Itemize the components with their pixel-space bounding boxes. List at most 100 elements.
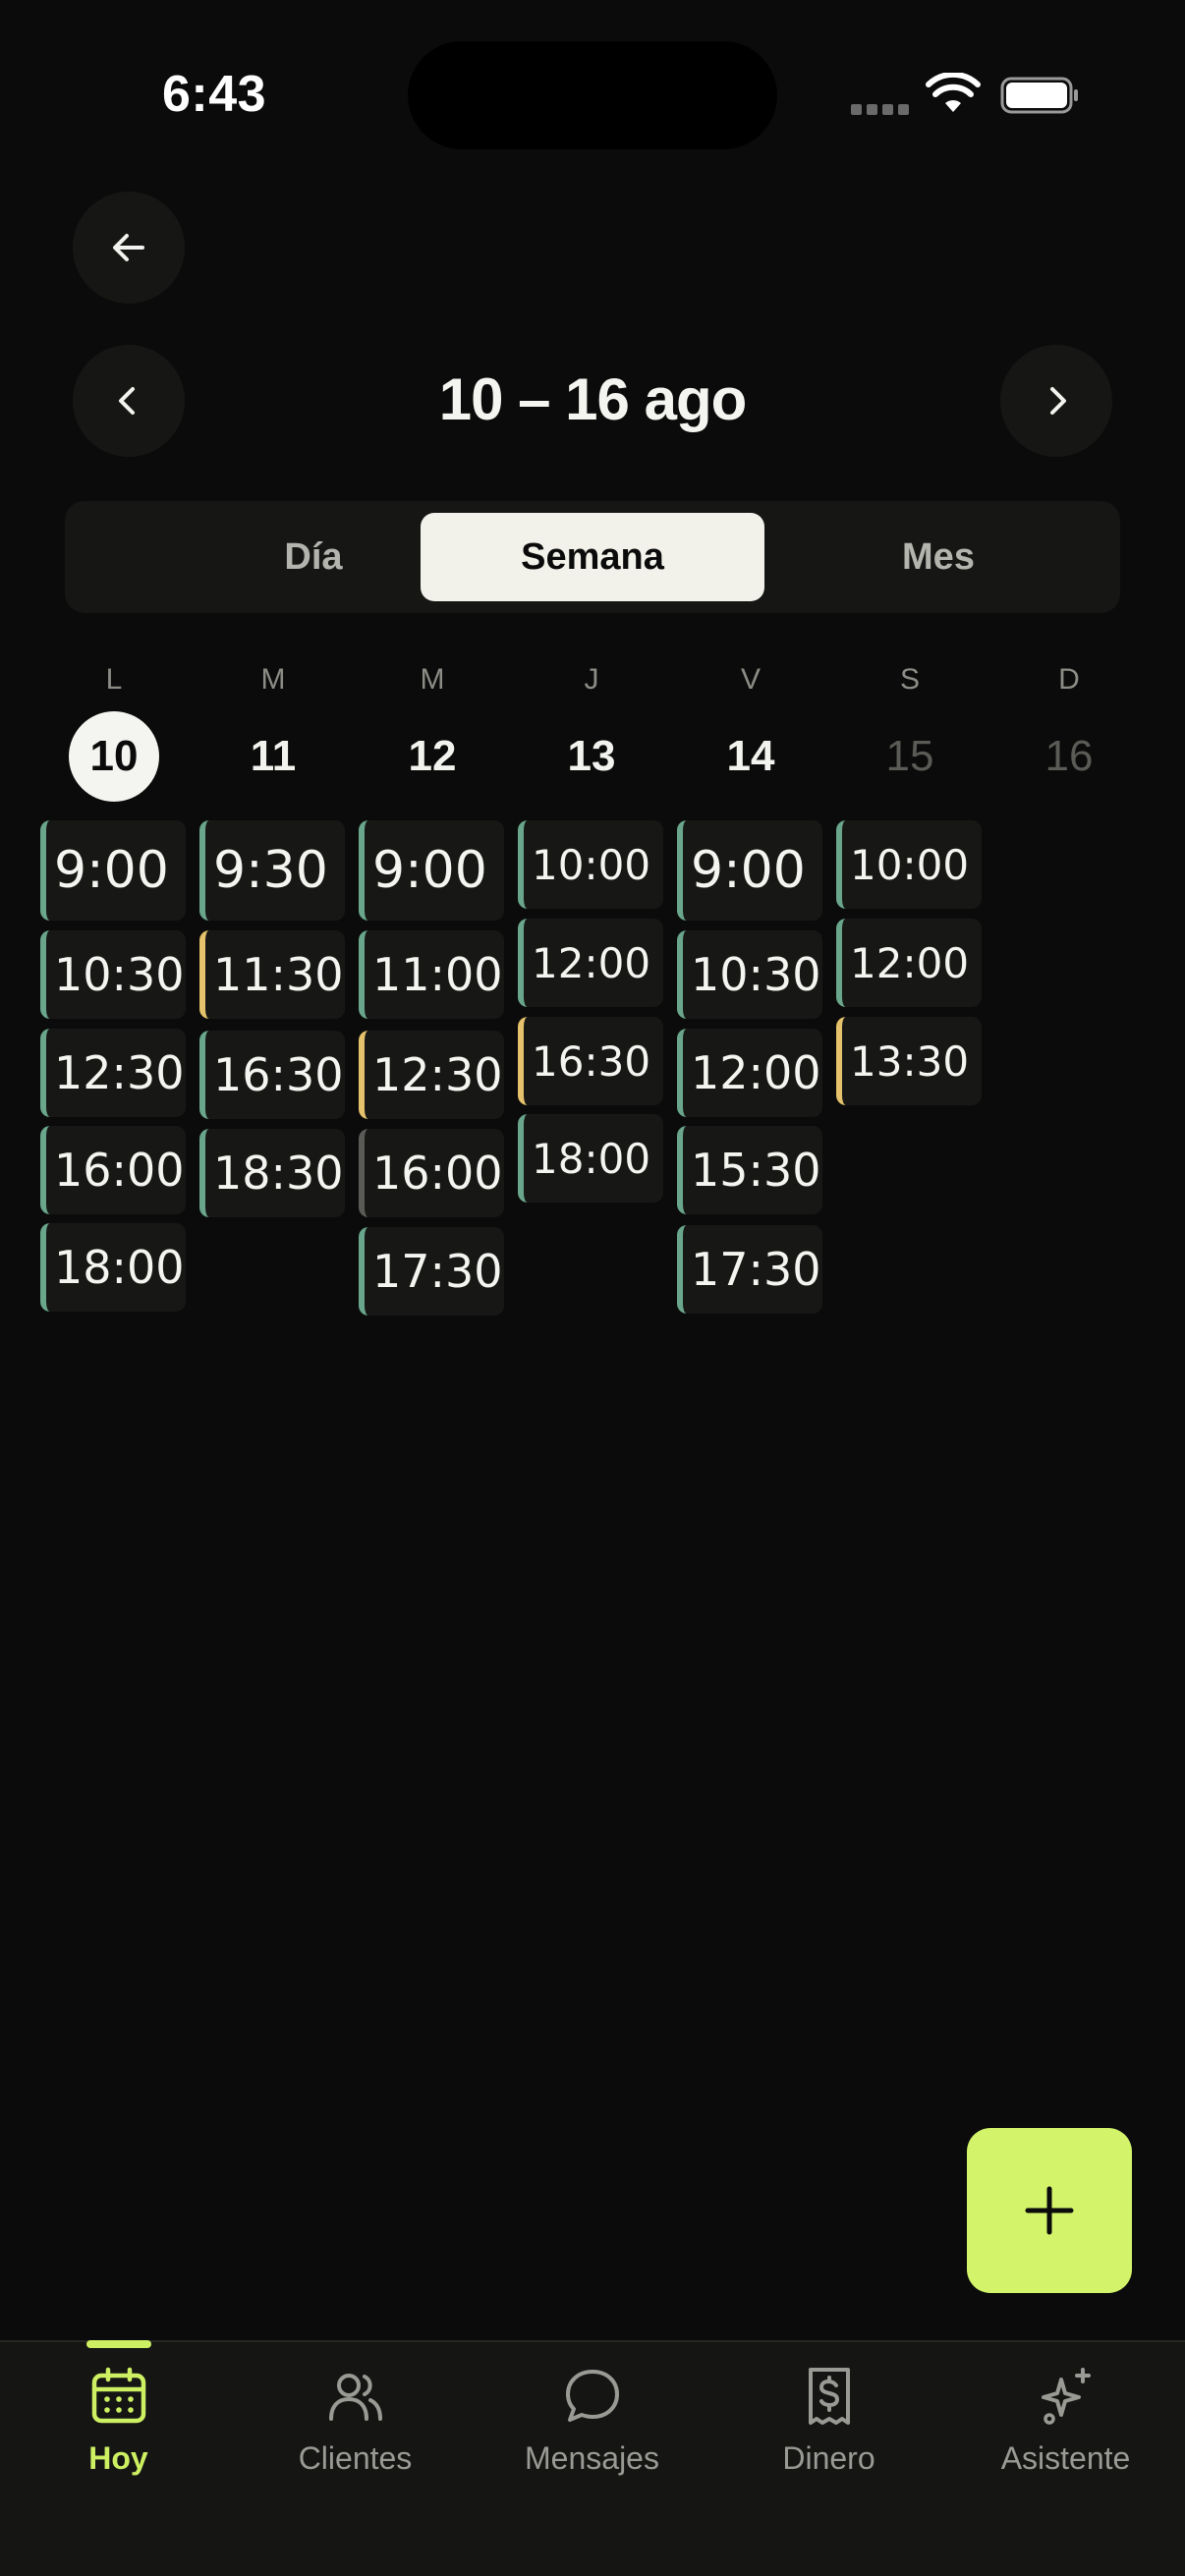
weekday-label: D [1058, 663, 1080, 696]
appointment-block[interactable]: 17:30 [677, 1225, 822, 1314]
appointment-block[interactable]: 16:00 [359, 1129, 504, 1217]
appointment-time: 18:00 [54, 1241, 185, 1294]
appointment-time: 13:30 [850, 1036, 970, 1086]
status-time: 6:43 [162, 66, 267, 123]
appointment-time: 12:00 [850, 938, 970, 987]
day-number[interactable]: 13 [546, 711, 637, 802]
appointment-time: 17:30 [372, 1245, 503, 1298]
appointment-time: 9:00 [372, 841, 487, 900]
appointment-block[interactable]: 10:30 [40, 930, 186, 1019]
appointment-time: 9:00 [691, 841, 806, 900]
tab-hoy[interactable]: Hoy [0, 2340, 237, 2576]
weekday-label: J [584, 663, 599, 696]
appointment-block[interactable]: 12:00 [518, 919, 663, 1007]
appointment-block[interactable]: 18:00 [518, 1114, 663, 1203]
appointment-time: 18:30 [213, 1147, 344, 1200]
tab-label: Hoy [88, 2440, 148, 2476]
tab-label: Clientes [298, 2440, 413, 2476]
tab-dinero[interactable]: Dinero [710, 2342, 947, 2576]
back-button[interactable] [73, 192, 185, 304]
appointment-time: 9:30 [213, 841, 328, 900]
appointment-block[interactable]: 9:00 [359, 820, 504, 921]
week-range-title: 10 – 16 ago [438, 366, 748, 432]
day-number[interactable]: 12 [387, 711, 478, 802]
active-tab-indicator [86, 2340, 151, 2348]
weekday-label: S [899, 663, 920, 696]
tab-asistente[interactable]: Asistente [947, 2342, 1184, 2576]
appointment-block[interactable]: 12:30 [359, 1031, 504, 1119]
appointment-block[interactable]: 9:30 [199, 820, 345, 921]
appointment-time: 16:30 [213, 1048, 344, 1101]
appointment-block[interactable]: 9:00 [40, 820, 186, 921]
wifi-icon [926, 73, 981, 112]
day-number-today[interactable]: 10 [69, 711, 159, 802]
appointment-block[interactable]: 16:30 [518, 1017, 663, 1105]
appointment-time: 10:30 [691, 948, 821, 1001]
appointment-time: 11:30 [213, 948, 344, 1001]
arrow-left-icon [113, 234, 144, 261]
appointment-time: 11:00 [372, 948, 503, 1001]
appointment-time: 12:00 [691, 1046, 821, 1099]
appointment-block[interactable]: 15:30 [677, 1126, 822, 1214]
appointment-time: 12:30 [372, 1048, 503, 1101]
day-number[interactable]: 15 [865, 711, 955, 802]
tab-label: Dinero [782, 2440, 875, 2476]
message-icon [566, 2370, 619, 2422]
tab-mensajes[interactable]: Mensajes [474, 2342, 710, 2576]
day-number[interactable]: 11 [228, 711, 318, 802]
appointment-block[interactable]: 12:00 [677, 1029, 822, 1117]
day-number[interactable]: 14 [705, 711, 796, 802]
appointment-block[interactable]: 18:00 [40, 1223, 186, 1312]
appointment-time: 17:30 [691, 1243, 821, 1296]
appointment-block[interactable]: 9:00 [677, 820, 822, 921]
tab-label: Asistente [1000, 2440, 1131, 2476]
view-segmented-control: Día Semana Mes [65, 501, 1120, 613]
appointment-time: 10:00 [850, 840, 970, 889]
appointment-block[interactable]: 13:30 [836, 1017, 982, 1105]
appointment-time: 16:30 [532, 1036, 651, 1086]
day-number[interactable]: 16 [1024, 711, 1114, 802]
segment-month[interactable]: Mes [766, 513, 1110, 601]
chevron-right-icon [1050, 387, 1066, 415]
appointment-block[interactable]: 17:30 [359, 1227, 504, 1316]
appointment-time: 18:00 [532, 1134, 651, 1183]
weekday-label: M [420, 663, 445, 696]
appointment-block[interactable]: 10:00 [518, 820, 663, 909]
receipt-dollar-icon [809, 2368, 850, 2425]
appointment-block[interactable]: 12:30 [40, 1029, 186, 1117]
sparkles-icon [1042, 2368, 1091, 2425]
tab-clientes[interactable]: Clientes [237, 2342, 474, 2576]
weekday-label: M [260, 663, 286, 696]
plus-icon [1025, 2186, 1074, 2235]
cellular-signal-icon [851, 104, 909, 115]
appointment-time: 10:00 [532, 840, 651, 889]
chevron-left-icon [119, 387, 135, 415]
appointment-time: 12:00 [532, 938, 651, 987]
appointment-block[interactable]: 10:00 [836, 820, 982, 909]
users-icon [329, 2374, 382, 2421]
bottom-tab-bar: Hoy Clientes Mensajes Dinero Asistente [0, 2340, 1185, 2576]
appointment-block[interactable]: 11:00 [359, 930, 504, 1019]
next-week-button[interactable] [1000, 345, 1112, 457]
calendar-icon [91, 2367, 146, 2424]
dynamic-island [408, 41, 777, 149]
add-appointment-button[interactable] [967, 2128, 1132, 2293]
weekday-label: L [105, 663, 123, 696]
appointment-time: 12:30 [54, 1046, 185, 1099]
battery-icon [1000, 77, 1078, 114]
appointment-block[interactable]: 12:00 [836, 919, 982, 1007]
appointment-time: 15:30 [691, 1144, 821, 1197]
appointment-time: 10:30 [54, 948, 185, 1001]
appointment-block[interactable]: 10:30 [677, 930, 822, 1019]
appointment-block[interactable]: 16:30 [199, 1031, 345, 1119]
appointment-time: 9:00 [54, 841, 169, 900]
appointment-block[interactable]: 18:30 [199, 1129, 345, 1217]
weekday-label: V [740, 663, 761, 696]
segment-week[interactable]: Semana [421, 513, 764, 601]
appointment-block[interactable]: 11:30 [199, 930, 345, 1019]
appointment-block[interactable]: 16:00 [40, 1126, 186, 1214]
status-bar: 6:43 [0, 0, 1185, 196]
tab-label: Mensajes [525, 2440, 659, 2476]
appointment-time: 16:00 [372, 1147, 503, 1200]
previous-week-button[interactable] [73, 345, 185, 457]
